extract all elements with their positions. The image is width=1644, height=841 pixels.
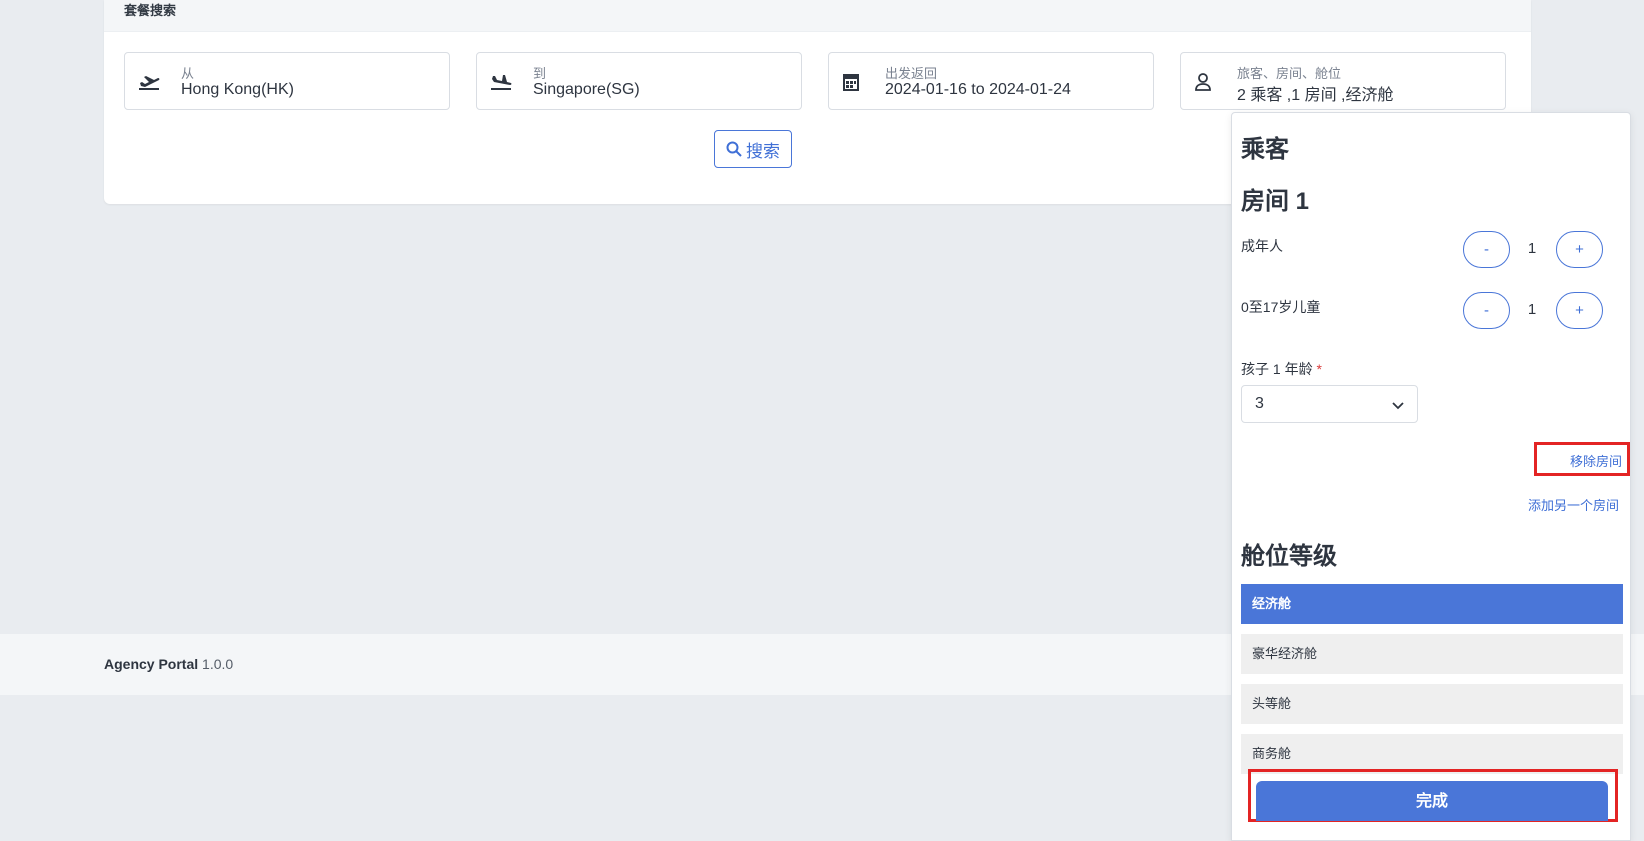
cabin-option-premium-economy[interactable]: 豪华经济舱 (1241, 634, 1623, 674)
adults-plus-button[interactable]: + (1556, 231, 1603, 268)
remove-room-link[interactable]: 移除房间 (1570, 451, 1622, 470)
adults-minus-button[interactable]: - (1463, 231, 1510, 268)
from-value: Hong Kong(HK) (181, 81, 294, 98)
cabin-option-first[interactable]: 头等舱 (1241, 684, 1623, 724)
adults-count: 1 (1527, 240, 1537, 257)
travelers-value: 2 乘客 ,1 房间 ,经济舱 (1237, 87, 1394, 104)
search-icon (726, 141, 742, 157)
children-count: 1 (1527, 301, 1537, 318)
plane-arrival-icon (491, 75, 512, 90)
dates-field[interactable]: 出发返回 2024-01-16 to 2024-01-24 (828, 52, 1154, 110)
adults-label: 成年人 (1241, 238, 1283, 254)
footer-version: 1.0.0 (202, 656, 234, 672)
footer-text: Agency Portal 1.0.0 (104, 656, 233, 672)
to-value: Singapore(SG) (533, 81, 640, 98)
dates-label: 出发返回 (885, 66, 938, 81)
cabin-title: 舱位等级 (1241, 543, 1337, 570)
card-header: 套餐搜索 (104, 0, 1531, 32)
card-title: 套餐搜索 (124, 3, 177, 18)
add-room-link[interactable]: 添加另一个房间 (1528, 495, 1619, 514)
footer-brand: Agency Portal (104, 656, 199, 672)
child-age-value: 3 (1255, 395, 1264, 412)
plane-departure-icon (139, 76, 160, 90)
travelers-label: 旅客、房间、舱位 (1237, 66, 1342, 81)
calendar-icon (843, 74, 859, 91)
travelers-popup: 乘客 房间 1 成年人 - 1 + 0至17岁儿童 - 1 + 孩子 1 年龄 … (1231, 112, 1631, 841)
cabin-option-business[interactable]: 商务舱 (1241, 734, 1623, 774)
children-minus-button[interactable]: - (1463, 292, 1510, 329)
cabin-option-economy[interactable]: 经济舱 (1241, 584, 1623, 624)
passengers-title: 乘客 (1241, 136, 1289, 163)
child-age-select[interactable]: 3 (1241, 385, 1418, 423)
chevron-down-icon (1392, 402, 1404, 410)
to-label: 到 (533, 66, 547, 81)
children-plus-button[interactable]: + (1556, 292, 1603, 329)
child-age-label: 孩子 1 年龄 * (1241, 359, 1322, 379)
search-button-label: 搜索 (746, 141, 780, 161)
children-label: 0至17岁儿童 (1241, 299, 1321, 315)
from-field[interactable]: 从 Hong Kong(HK) (124, 52, 450, 110)
to-field[interactable]: 到 Singapore(SG) (476, 52, 802, 110)
dates-value: 2024-01-16 to 2024-01-24 (885, 81, 1071, 98)
from-label: 从 (181, 66, 195, 81)
room-title: 房间 1 (1241, 188, 1310, 215)
child-age-label-text: 孩子 1 年龄 (1241, 361, 1313, 377)
required-mark: * (1316, 361, 1322, 377)
done-button[interactable]: 完成 (1256, 781, 1608, 821)
user-icon (1195, 73, 1211, 91)
search-button[interactable]: 搜索 (714, 130, 792, 168)
travelers-field[interactable]: 旅客、房间、舱位 2 乘客 ,1 房间 ,经济舱 (1180, 52, 1506, 110)
